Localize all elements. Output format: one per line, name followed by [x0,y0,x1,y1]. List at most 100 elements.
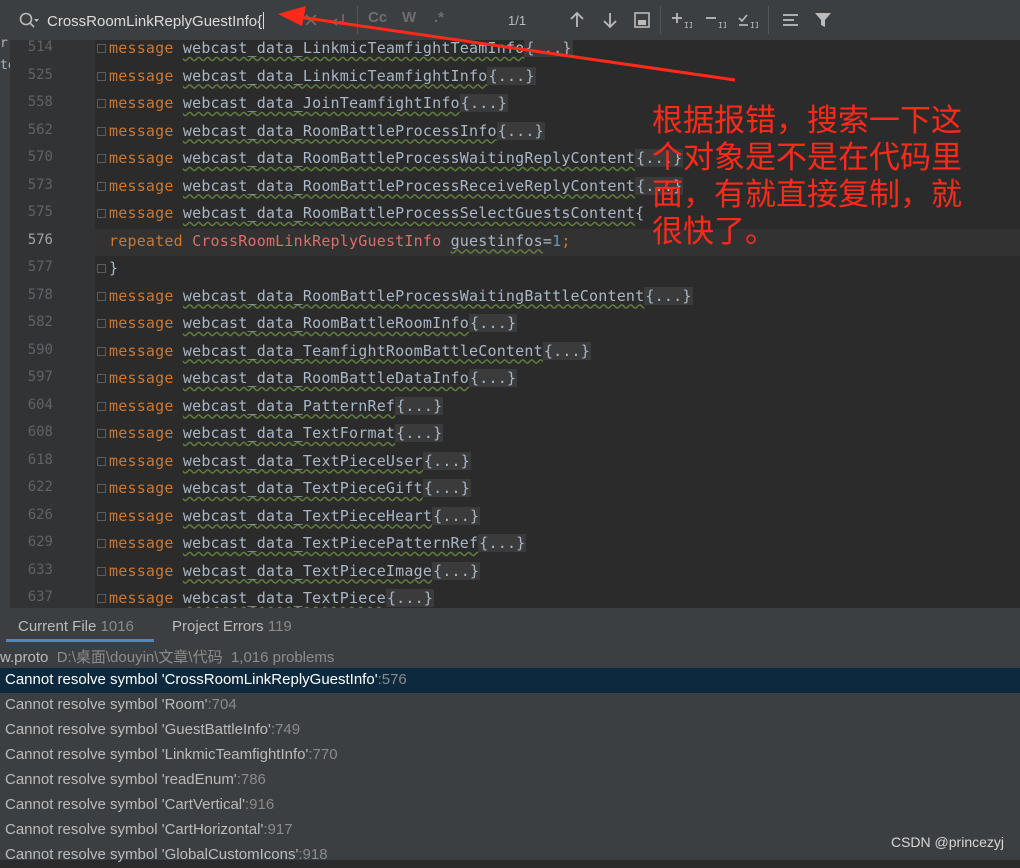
line-number: 629 [27,534,53,550]
keyword: message [109,451,174,470]
fold-toggle-icon[interactable] [97,511,106,521]
keyword: message [109,589,174,607]
problem-item[interactable]: Cannot resolve symbol 'GuestBattleInfo':… [0,718,1020,743]
folded-body: {...} [487,66,536,85]
search-input[interactable]: CrossRoomLinkReplyGuestInfo{ [47,12,265,30]
code-line[interactable]: 637 message webcast_data_TextPiece{...} [10,586,1020,608]
fold-toggle-icon[interactable] [97,456,106,466]
code-line[interactable]: 604 message webcast_data_PatternRef{...} [10,394,1020,422]
folded-body: {...} [644,286,693,305]
match-case-toggle[interactable]: Cc [368,9,387,26]
fold-toggle-icon[interactable] [97,429,106,438]
folded-body: { [635,204,645,222]
keyword: message [109,149,174,167]
fold-toggle-icon[interactable] [97,594,106,603]
problem-item[interactable]: Cannot resolve symbol 'LinkmicTeamfightI… [0,743,1020,768]
code-text: message webcast_data_PatternRef{...} [109,396,444,415]
problem-item[interactable]: Cannot resolve symbol 'CartHorizontal':9… [0,818,1020,843]
problem-item[interactable]: Cannot resolve symbol 'CrossRoomLinkRepl… [0,668,1020,693]
arrow-down-icon[interactable] [599,10,621,30]
arrow-up-icon[interactable] [566,10,588,30]
code-text: message webcast_data_TextPieceGift{...} [109,479,472,497]
regex-toggle[interactable]: .* [434,9,444,26]
line-number: 604 [27,396,53,413]
fold-toggle-icon[interactable] [97,346,106,356]
problem-message: Cannot resolve symbol 'readEnum' [5,771,237,788]
fold-toggle-icon[interactable] [97,539,106,548]
code-line[interactable]: 514 message webcast_data_LinkmicTeamfight… [10,40,1020,64]
tab-project-errors[interactable]: Project Errors 119 [172,618,292,635]
code-line[interactable]: 622 message webcast_data_TextPieceGift{..… [10,476,1020,504]
line-number: 570 [27,149,53,165]
code-line[interactable]: 525 message webcast_data_LinkmicTeamfight… [10,64,1020,92]
svg-text:II: II [718,21,726,30]
code-line[interactable]: 590 message webcast_data_TeamfightRoomBat… [10,339,1020,367]
select-all-occurrences-icon[interactable] [631,10,653,30]
keyword: message [109,396,174,415]
problem-line: :704 [207,696,237,713]
line-number: 577 [27,259,53,275]
code-text: message webcast_data_RoomBattleDataInfo{… [109,369,518,387]
field-number: 1 [552,231,562,250]
code-line[interactable]: 626 message webcast_data_TextPieceHeart{.… [10,504,1020,532]
problem-file-node[interactable]: w.proto D:\桌面\douyin\文章\代码 1,016 problem… [0,646,334,667]
fold-toggle-icon[interactable] [97,44,106,53]
code-line[interactable]: 597 message webcast_data_RoomBattleDataIn… [10,366,1020,394]
fold-toggle-icon[interactable] [97,126,106,136]
whole-words-toggle[interactable]: W [402,9,416,26]
code-line[interactable]: 618 message webcast_data_TextPieceUser{..… [10,449,1020,477]
problem-item[interactable]: Cannot resolve symbol 'readEnum':786 [0,768,1020,793]
filter-lines-icon[interactable] [780,10,802,30]
code-line[interactable]: 633 message webcast_data_TextPieceImage{.… [10,559,1020,587]
filter-icon[interactable] [812,10,834,30]
clear-search-icon[interactable] [300,10,322,30]
code-line[interactable]: 582 message webcast_data_RoomBattleRoomIn… [10,311,1020,339]
fold-toggle-icon[interactable] [97,319,106,328]
message-name: webcast_data_TextPieceGift [182,479,423,497]
code-line[interactable]: 629 message webcast_data_TextPiecePattern… [10,531,1020,559]
new-line-icon[interactable] [328,10,350,30]
fold-toggle-icon[interactable] [97,99,106,108]
select-all-checkbox-icon[interactable]: II [736,10,758,30]
separator [660,6,661,34]
code-text: message webcast_data_TextPieceImage{...} [109,561,481,580]
problem-item[interactable]: Cannot resolve symbol 'CartVertical':916 [0,793,1020,818]
code-text: message webcast_data_RoomBattleProcessSe… [109,204,644,222]
problem-item[interactable]: Cannot resolve symbol 'Room':704 [0,693,1020,718]
problem-message: Cannot resolve symbol 'Room' [5,696,208,713]
tab-current-file[interactable]: Current File 1016 [18,618,134,635]
folded-body: {...} [524,40,573,57]
add-occurrence-icon[interactable]: II [670,10,692,30]
keyword: message [109,479,174,497]
line-number: 562 [27,121,53,138]
code-line[interactable]: 608 message webcast_data_TextFormat{...} [10,421,1020,449]
svg-text:II: II [684,21,692,30]
line-number: 618 [27,451,53,468]
message-name: webcast_data_RoomBattleProcessSelectGues… [182,204,636,222]
fold-toggle-icon[interactable] [97,566,106,576]
keyword: message [109,94,174,112]
code-line[interactable]: 578 message webcast_data_RoomBattleProces… [10,284,1020,312]
fold-toggle-icon[interactable] [97,264,106,273]
fold-toggle-icon[interactable] [97,374,106,383]
message-name: webcast_data_TextFormat [182,424,396,442]
remove-occurrence-icon[interactable]: II [704,10,726,30]
fold-toggle-icon[interactable] [97,401,106,411]
message-name: webcast_data_RoomBattleProcessReceiveRep… [182,176,636,195]
message-name: webcast_data_TextPieceHeart [182,506,433,525]
keyword: message [109,341,174,360]
fold-toggle-icon[interactable] [97,154,106,163]
code-line[interactable]: 577} [10,256,1020,284]
code-text: message webcast_data_TextFormat{...} [109,424,444,442]
separator [768,6,769,34]
fold-toggle-icon[interactable] [97,71,106,81]
fold-toggle-icon[interactable] [97,181,106,191]
search-icon[interactable] [18,11,40,31]
fold-toggle-icon[interactable] [97,291,106,301]
fold-toggle-icon[interactable] [97,484,106,493]
problem-item[interactable]: Cannot resolve symbol 'GlobalCustomIcons… [0,843,1020,868]
folded-body: {...} [432,561,481,580]
fold-toggle-icon[interactable] [97,209,106,218]
message-name: webcast_data_TextPieceUser [182,451,423,470]
keyword: message [109,204,174,222]
